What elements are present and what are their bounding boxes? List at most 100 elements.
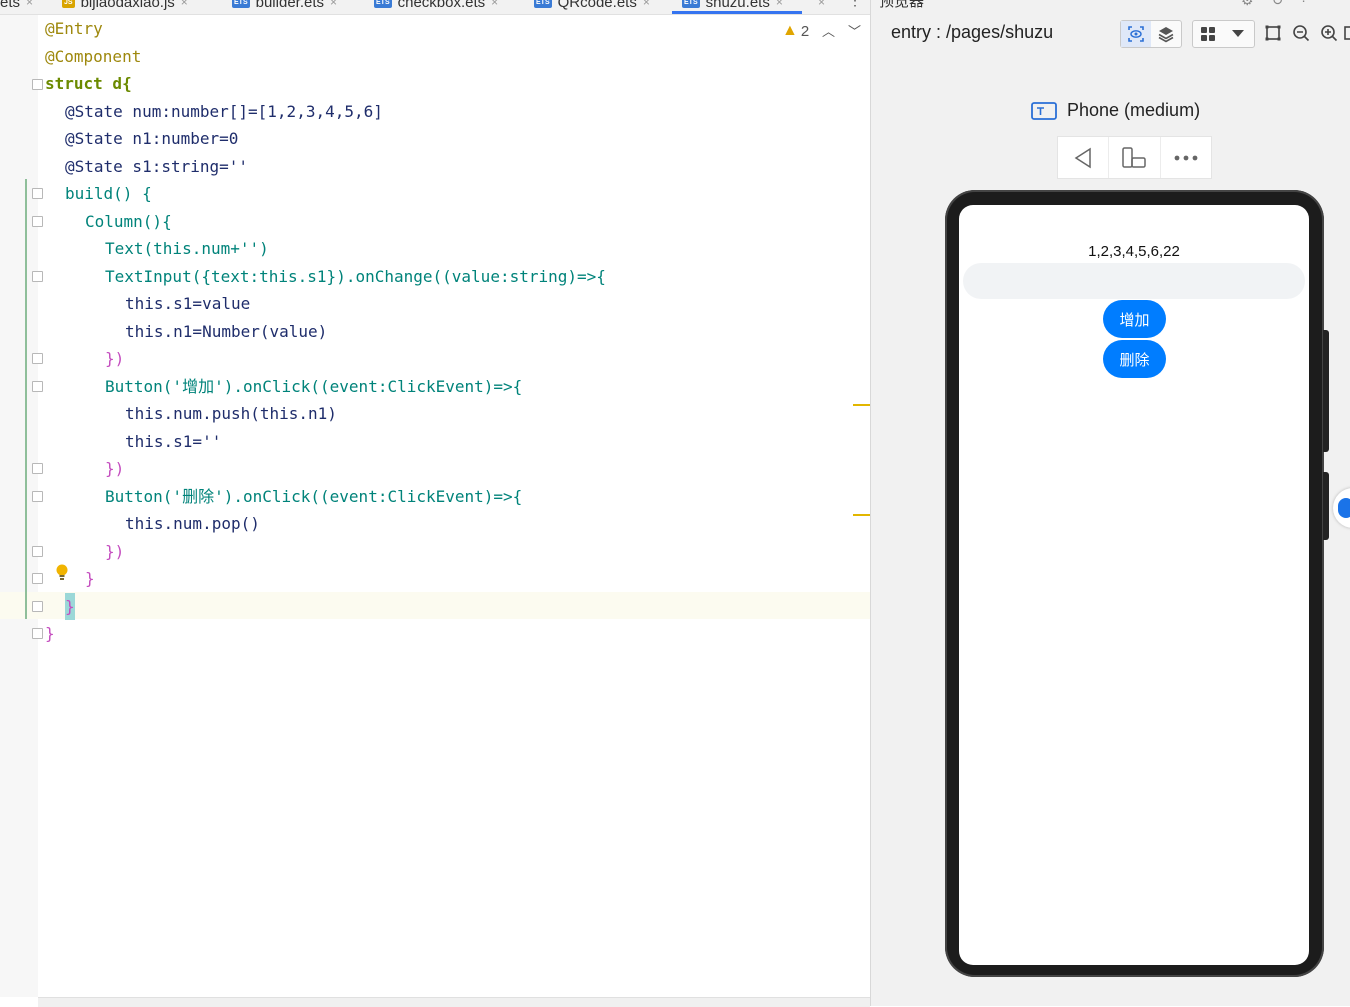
grid-icon: [1201, 27, 1215, 41]
tab-partial[interactable]: ×: [812, 0, 825, 13]
previous-highlight-icon[interactable]: ︿: [822, 21, 835, 40]
close-icon[interactable]: ×: [26, 0, 33, 9]
back-button[interactable]: [1058, 137, 1110, 178]
code-line-16[interactable]: this.s1='': [125, 428, 221, 455]
code-line-17[interactable]: }): [105, 455, 124, 482]
zoom-out-icon[interactable]: [1292, 24, 1310, 42]
close-icon[interactable]: ×: [491, 0, 498, 9]
code-line-1[interactable]: @Entry: [45, 15, 103, 42]
previewer-title: 预览器: [879, 0, 925, 10]
code-line-8[interactable]: Column(){: [85, 208, 172, 235]
tab-label: ets: [0, 0, 21, 11]
device-dropdown-button[interactable]: [1223, 21, 1253, 47]
fold-icon[interactable]: [32, 216, 43, 227]
inspector-toggle-button[interactable]: [1121, 21, 1151, 47]
eye-scan-icon: [1128, 26, 1144, 42]
fold-icon[interactable]: [32, 546, 43, 557]
refresh-icon[interactable]: ↻: [1272, 0, 1302, 8]
warning-stripe-marker[interactable]: [853, 404, 870, 406]
assistant-icon: [1338, 498, 1350, 518]
tab-label: builder.ets: [255, 0, 325, 11]
code-line-13[interactable]: }): [105, 345, 124, 372]
fold-icon[interactable]: [32, 188, 43, 199]
number-input[interactable]: [963, 263, 1305, 299]
tab-label: bijiaodaxiao.js: [80, 0, 175, 11]
tab-checkbox[interactable]: ETS checkbox.ets ×: [374, 0, 498, 13]
ets-file-icon: ETS: [534, 0, 552, 8]
tab-builder[interactable]: ETS builder.ets ×: [232, 0, 337, 13]
tab-qrcode[interactable]: ETS QRcode.ets ×: [534, 0, 650, 13]
device-control-toolbar: [1057, 136, 1212, 179]
array-text: 1,2,3,4,5,6,22: [1088, 243, 1180, 260]
more-options-button[interactable]: [1161, 137, 1211, 178]
fold-icon[interactable]: [32, 271, 43, 282]
code-line-19[interactable]: this.num.pop(): [125, 510, 260, 537]
fold-icon[interactable]: [32, 491, 43, 502]
fold-icon[interactable]: [32, 381, 43, 392]
component-tree-button[interactable]: [1151, 21, 1181, 47]
code-line-5[interactable]: @State n1:number=0: [65, 125, 238, 152]
code-line-21[interactable]: }: [85, 565, 95, 592]
code-line-2[interactable]: @Component: [45, 43, 141, 70]
inspector-toggle-group: [1120, 20, 1182, 48]
tab-bijiaodaxiao[interactable]: JS bijiaodaxiao.js ×: [62, 0, 188, 13]
floating-assistant-button[interactable]: [1333, 488, 1350, 528]
tab-label: checkbox.ets: [397, 0, 486, 11]
add-button[interactable]: 增加: [1103, 300, 1166, 338]
fold-icon[interactable]: [32, 573, 43, 584]
multi-device-button[interactable]: [1193, 21, 1223, 47]
ellipsis-icon: [1174, 155, 1198, 160]
code-line-11[interactable]: this.s1=value: [125, 290, 250, 317]
close-icon[interactable]: ×: [643, 0, 650, 9]
fold-icon[interactable]: [32, 628, 43, 639]
next-highlight-icon[interactable]: ﹀: [848, 21, 861, 40]
code-line-12[interactable]: this.n1=Number(value): [125, 318, 327, 345]
vcs-change-bar: [25, 179, 27, 619]
phone-side-button: [1323, 472, 1329, 540]
more-toolbar-icon[interactable]: [1343, 24, 1350, 42]
rotate-device-icon: [1122, 146, 1147, 168]
code-line-6[interactable]: @State s1:string='': [65, 153, 248, 180]
code-line-20[interactable]: }): [105, 538, 124, 565]
code-line-14[interactable]: Button('增加').onClick((event:ClickEvent)=…: [105, 373, 522, 400]
close-icon[interactable]: ×: [330, 0, 337, 9]
tab-ets[interactable]: ets ×: [0, 0, 33, 13]
multi-device-group: [1192, 20, 1255, 48]
rotate-button[interactable]: [1109, 137, 1161, 178]
lightbulb-icon[interactable]: [55, 564, 69, 582]
js-file-icon: JS: [62, 0, 75, 8]
phone-side-button: [1323, 330, 1329, 452]
warning-indicator[interactable]: ▲ 2: [782, 22, 809, 40]
code-line-7[interactable]: build() {: [65, 180, 152, 207]
warning-count: 2: [800, 22, 810, 40]
fold-icon[interactable]: [32, 463, 43, 474]
code-line-3[interactable]: struct d{: [45, 70, 132, 97]
close-icon[interactable]: ×: [181, 0, 188, 9]
fold-icon[interactable]: [32, 79, 43, 90]
close-icon[interactable]: ×: [776, 0, 783, 9]
code-line-10[interactable]: TextInput({text:this.s1}).onChange((valu…: [105, 263, 606, 290]
code-line-22[interactable]: }: [65, 593, 75, 620]
fold-icon[interactable]: [32, 353, 43, 364]
fold-icon[interactable]: [32, 601, 43, 612]
fit-screen-icon[interactable]: [1264, 24, 1282, 42]
device-label: Phone (medium): [1031, 100, 1200, 121]
code-line-9[interactable]: Text(this.num+''): [105, 235, 269, 262]
code-line-4[interactable]: @State num:number[]=[1,2,3,4,5,6]: [65, 98, 383, 125]
code-line-18[interactable]: Button('删除').onClick((event:ClickEvent)=…: [105, 483, 522, 510]
ets-file-icon: ETS: [374, 0, 392, 8]
triangle-down-icon: [1232, 30, 1244, 37]
more-icon[interactable]: ·: [1301, 0, 1324, 8]
settings-icon[interactable]: ⚙: [1241, 0, 1272, 8]
zoom-in-icon[interactable]: [1320, 24, 1338, 42]
delete-button[interactable]: 删除: [1103, 340, 1166, 378]
current-line-highlight: [0, 592, 870, 619]
warning-stripe-marker[interactable]: [853, 514, 870, 516]
phone-frame: 1,2,3,4,5,6,22 增加 删除: [945, 190, 1324, 977]
more-tabs-icon[interactable]: ⋮: [848, 0, 862, 9]
previewer-panel: 预览器 ⚙↻· entry : /pages/shuzu Phone (medi…: [870, 0, 1350, 1006]
code-line-23[interactable]: }: [45, 620, 55, 647]
close-icon[interactable]: ×: [818, 0, 825, 9]
previewer-title-icons[interactable]: ⚙↻·: [1241, 0, 1324, 9]
code-line-15[interactable]: this.num.push(this.n1): [125, 400, 337, 427]
